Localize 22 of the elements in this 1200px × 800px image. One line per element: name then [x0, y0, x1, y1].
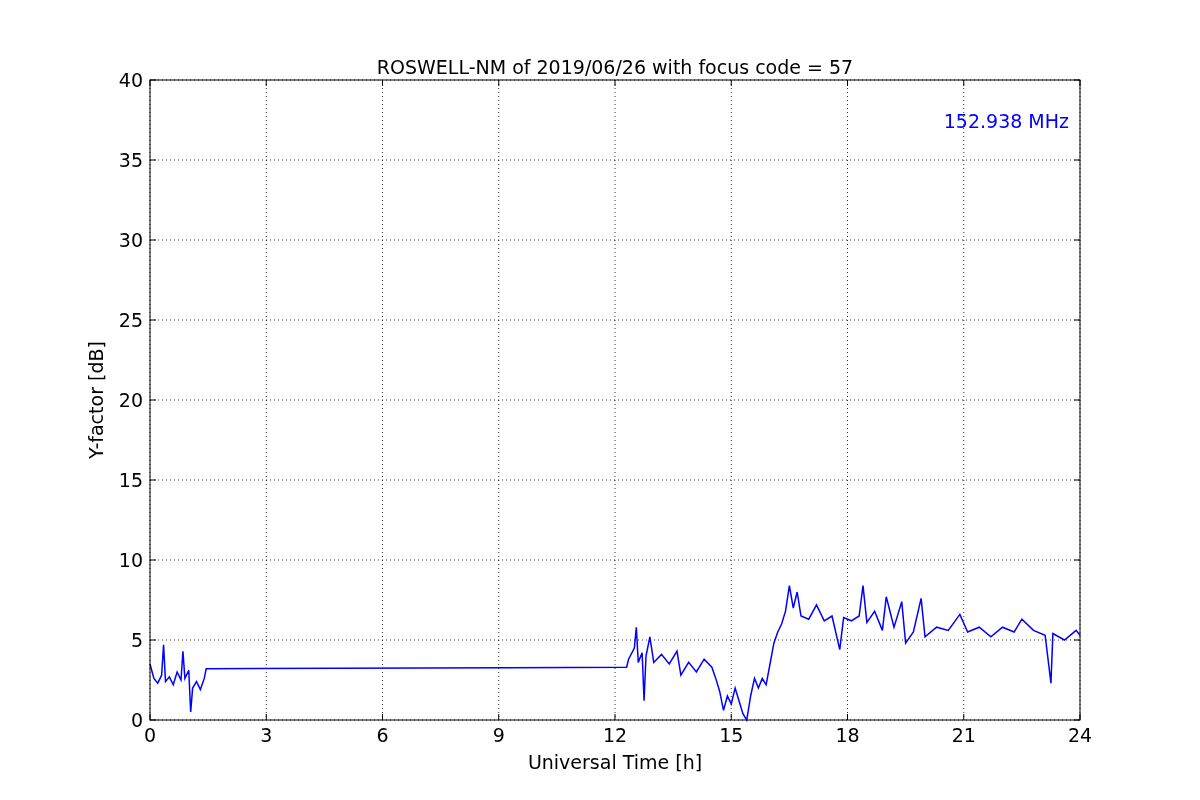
y-tick-label: 10 [118, 549, 143, 571]
y-tick-label: 5 [130, 629, 143, 651]
y-axis-label: Y-factor [dB] [85, 341, 107, 459]
x-tick-label: 9 [492, 724, 505, 746]
x-tick-label: 3 [260, 724, 273, 746]
y-tick-label: 20 [118, 389, 143, 411]
y-tick-label: 30 [118, 229, 143, 251]
x-tick-label: 0 [143, 724, 157, 746]
y-tick-label: 0 [130, 709, 143, 731]
x-tick-label: 24 [1067, 724, 1093, 746]
x-tick-label: 15 [719, 724, 744, 746]
x-tick-label: 6 [376, 724, 389, 746]
chart-title: ROSWELL-NM of 2019/06/26 with focus code = 57 [376, 56, 854, 78]
series-label: 152.938 MHz [943, 110, 1069, 132]
y-tick-label: 25 [118, 309, 143, 331]
x-axis-label: Universal Time [h] [527, 751, 703, 773]
x-tick-label: 18 [835, 724, 860, 746]
y-tick-label: 40 [118, 69, 143, 91]
y-tick-label: 15 [118, 469, 143, 491]
y-tick-label: 35 [118, 149, 143, 171]
x-tick-label: 12 [602, 724, 628, 746]
x-tick-label: 21 [951, 724, 976, 746]
